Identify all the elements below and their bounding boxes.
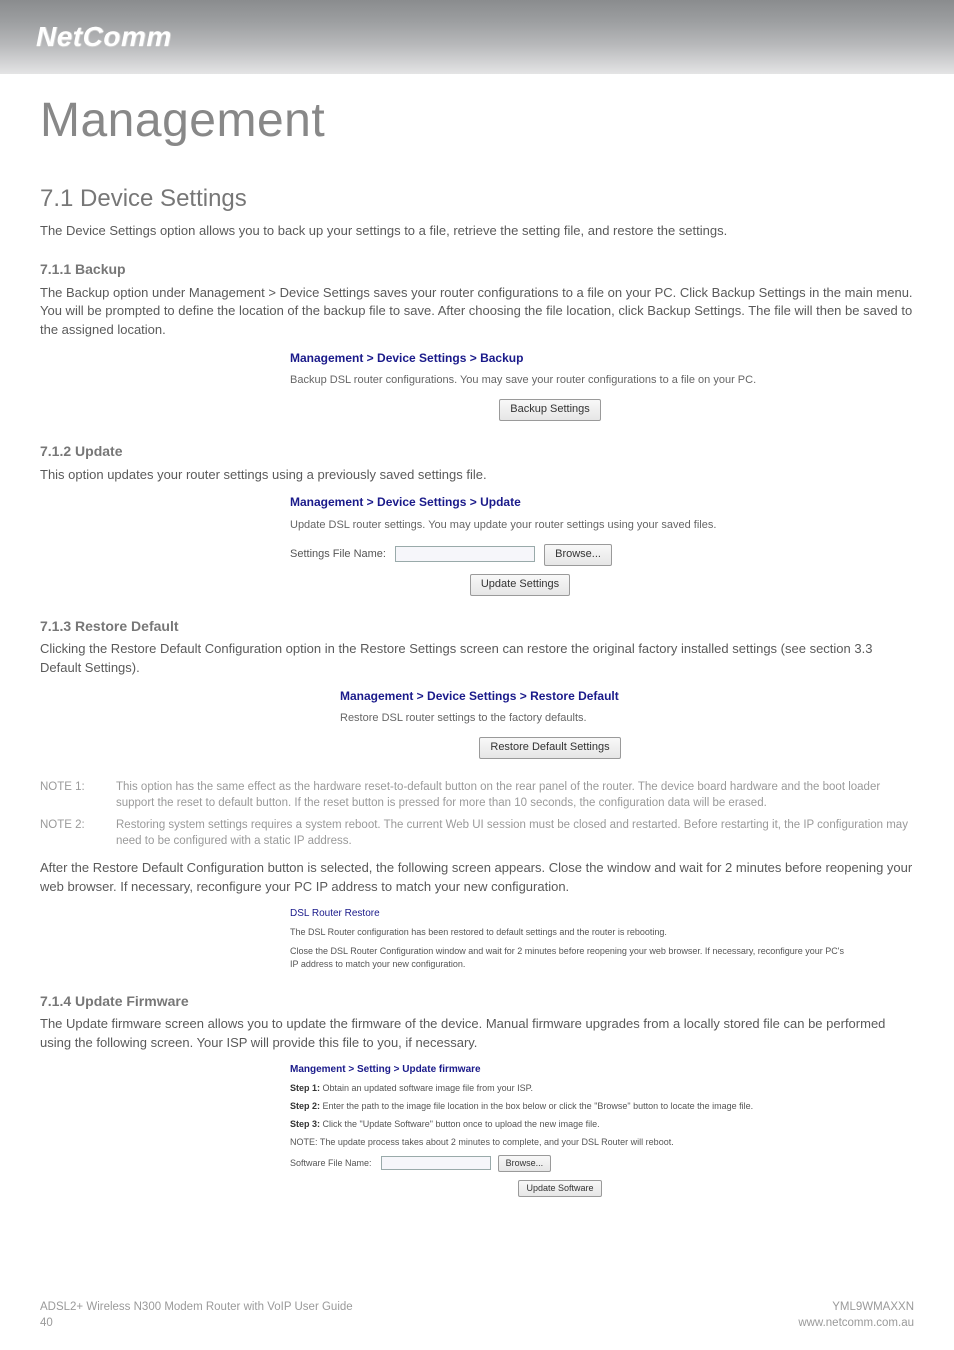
firmware-para: The Update firmware screen allows you to…: [40, 1015, 914, 1053]
footer-right: YML9WMAXXN www.netcomm.com.au: [798, 1299, 914, 1332]
reboot-shot-head: DSL Router Restore: [290, 907, 850, 922]
page-footer: ADSL2+ Wireless N300 Modem Router with V…: [40, 1299, 914, 1332]
browse-button[interactable]: Browse...: [544, 544, 612, 566]
firmware-screenshot: Mangement > Setting > Update firmware St…: [290, 1063, 830, 1198]
footer-model: YML9WMAXXN: [798, 1299, 914, 1316]
restore-after-para: After the Restore Default Configuration …: [40, 859, 914, 897]
update-shot-desc: Update DSL router settings. You may upda…: [290, 518, 750, 534]
reboot-shot-line2: Close the DSL Router Configuration windo…: [290, 945, 850, 971]
brand-logo: NetComm: [36, 17, 172, 58]
firmware-heading: 7.1.4 Update Firmware: [40, 991, 914, 1011]
firmware-shot-head: Mangement > Setting > Update firmware: [290, 1063, 830, 1078]
note-2: NOTE 2: Restoring system settings requir…: [40, 817, 914, 849]
restore-shot-head: Management > Device Settings > Restore D…: [340, 688, 760, 705]
update-shot-head: Management > Device Settings > Update: [290, 494, 750, 511]
firmware-note: NOTE: The update process takes about 2 m…: [290, 1136, 830, 1149]
header-band: NetComm: [0, 0, 954, 74]
page-title: Management: [40, 86, 914, 156]
step3-label: Step 3:: [290, 1119, 320, 1129]
step3-text: Click the "Update Software" button once …: [323, 1119, 600, 1129]
step1-label: Step 1:: [290, 1083, 320, 1093]
update-settings-button[interactable]: Update Settings: [470, 574, 570, 596]
settings-file-input[interactable]: [395, 546, 535, 562]
section-title: 7.1 Device Settings: [40, 182, 914, 217]
backup-heading: 7.1.1 Backup: [40, 259, 914, 279]
restore-shot-desc: Restore DSL router settings to the facto…: [340, 711, 760, 727]
step2-label: Step 2:: [290, 1101, 320, 1111]
footer-left: ADSL2+ Wireless N300 Modem Router with V…: [40, 1299, 353, 1332]
note-1-label: NOTE 1:: [40, 779, 100, 811]
step1-text: Obtain an updated software image file fr…: [323, 1083, 533, 1093]
software-file-label: Software File Name:: [290, 1158, 372, 1168]
footer-page-number: 40: [40, 1315, 353, 1332]
note-1: NOTE 1: This option has the same effect …: [40, 779, 914, 811]
content-area: Management 7.1 Device Settings The Devic…: [40, 0, 914, 1197]
backup-shot-head: Management > Device Settings > Backup: [290, 350, 810, 367]
footer-url: www.netcomm.com.au: [798, 1315, 914, 1332]
update-software-button[interactable]: Update Software: [518, 1180, 601, 1197]
backup-shot-desc: Backup DSL router configurations. You ma…: [290, 373, 810, 389]
reboot-shot-line1: The DSL Router configuration has been re…: [290, 926, 850, 939]
backup-para: The Backup option under Management > Dev…: [40, 284, 914, 341]
note-2-label: NOTE 2:: [40, 817, 100, 849]
software-file-input[interactable]: [381, 1156, 491, 1170]
restore-reboot-screenshot: DSL Router Restore The DSL Router config…: [290, 907, 850, 971]
restore-default-button[interactable]: Restore Default Settings: [479, 737, 620, 759]
backup-screenshot: Management > Device Settings > Backup Ba…: [290, 350, 810, 421]
update-para: This option updates your router settings…: [40, 466, 914, 485]
settings-file-label: Settings File Name:: [290, 548, 386, 560]
footer-guide-title: ADSL2+ Wireless N300 Modem Router with V…: [40, 1299, 353, 1316]
section-intro: The Device Settings option allows you to…: [40, 222, 914, 241]
firmware-browse-button[interactable]: Browse...: [498, 1155, 552, 1172]
restore-para: Clicking the Restore Default Configurati…: [40, 640, 914, 678]
note-2-text: Restoring system settings requires a sys…: [116, 817, 914, 849]
note-1-text: This option has the same effect as the h…: [116, 779, 914, 811]
restore-screenshot: Management > Device Settings > Restore D…: [340, 688, 760, 759]
step2-text: Enter the path to the image file locatio…: [323, 1101, 754, 1111]
restore-heading: 7.1.3 Restore Default: [40, 616, 914, 636]
update-heading: 7.1.2 Update: [40, 441, 914, 461]
update-screenshot: Management > Device Settings > Update Up…: [290, 494, 750, 595]
backup-settings-button[interactable]: Backup Settings: [499, 399, 601, 421]
